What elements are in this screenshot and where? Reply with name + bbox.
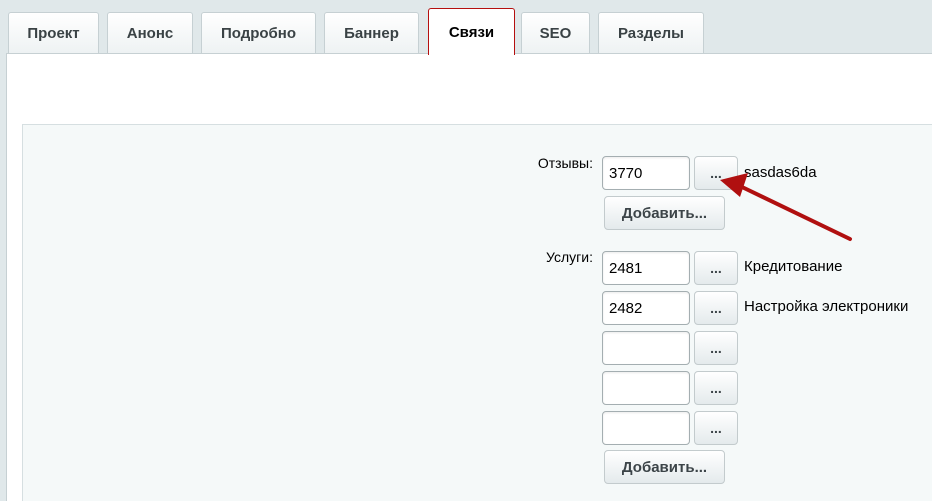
tab-label: SEO <box>539 24 572 42</box>
tab-label: Связи <box>448 23 495 41</box>
service-id-input[interactable] <box>602 411 690 445</box>
service-browse-button[interactable]: ... <box>694 331 738 365</box>
tab-links[interactable]: Связи <box>428 8 515 57</box>
tab-label: Разделы <box>618 24 684 42</box>
tab-banner[interactable]: Баннер <box>324 12 419 53</box>
service-name: Кредитование <box>744 258 843 275</box>
tab-announcement[interactable]: Анонс <box>107 12 193 53</box>
tab-label: Анонс <box>126 24 174 42</box>
service-browse-button[interactable]: ... <box>694 251 738 285</box>
review-id-input[interactable] <box>602 156 690 190</box>
tab-seo[interactable]: SEO <box>521 12 590 53</box>
service-id-input[interactable] <box>602 251 690 285</box>
service-browse-button[interactable]: ... <box>694 291 738 325</box>
service-browse-button[interactable]: ... <box>694 411 738 445</box>
service-id-input[interactable] <box>602 331 690 365</box>
service-id-input[interactable] <box>602 291 690 325</box>
tab-project[interactable]: Проект <box>8 12 99 53</box>
tab-details[interactable]: Подробно <box>201 12 316 53</box>
tab-label: Подробно <box>220 24 297 42</box>
tab-sections[interactable]: Разделы <box>598 12 704 53</box>
service-name: Настройка электроники <box>744 298 909 315</box>
service-browse-button[interactable]: ... <box>694 371 738 405</box>
tab-label: Проект <box>27 24 80 42</box>
review-browse-button[interactable]: ... <box>694 156 738 190</box>
review-name: sasdas6da <box>744 164 817 181</box>
add-review-button[interactable]: Добавить... <box>604 196 725 230</box>
reviews-label: Отзывы: <box>537 155 593 171</box>
services-label: Услуги: <box>546 249 593 265</box>
service-id-input[interactable] <box>602 371 690 405</box>
tab-bar: Проект Анонс Подробно Баннер Связи SEO Р… <box>0 0 932 57</box>
tab-label: Баннер <box>344 24 399 42</box>
add-service-button[interactable]: Добавить... <box>604 450 725 484</box>
